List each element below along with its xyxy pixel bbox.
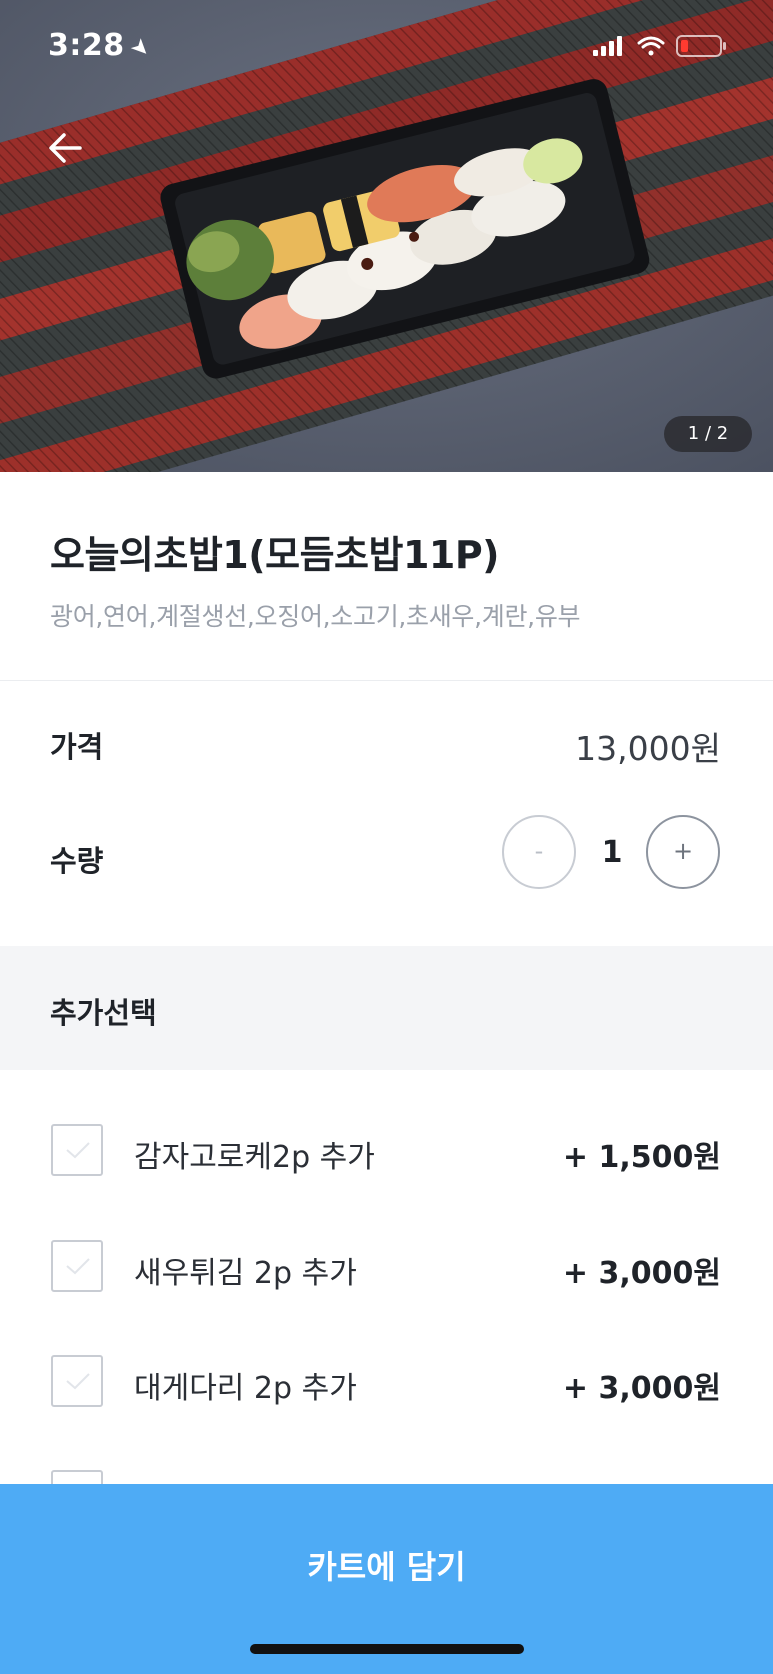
back-arrow-icon	[49, 133, 82, 163]
check-icon	[66, 1373, 90, 1390]
quantity-decrease-button[interactable]: -	[502, 815, 576, 889]
battery-low-icon	[676, 35, 726, 57]
back-button[interactable]	[44, 126, 88, 170]
wifi-icon	[637, 36, 665, 56]
option-checkbox[interactable]	[51, 1124, 103, 1176]
option-item[interactable]: 감자고로케2p 추가 + 1,500원	[0, 1124, 773, 1184]
option-price: + 3,000원	[562, 1256, 721, 1291]
product-description: 광어,연어,계절생선,오징어,소고기,초새우,계란,유부	[50, 602, 581, 631]
option-label: 새우튀김 2p 추가	[134, 1256, 357, 1291]
status-time: 3:28	[48, 28, 125, 63]
quantity-label: 수량	[50, 844, 104, 878]
check-icon	[66, 1142, 90, 1159]
quantity-value: 1	[601, 835, 623, 870]
price-label: 가격	[50, 730, 104, 764]
product-info: 오늘의초밥1(모듬초밥11P) 광어,연어,계절생선,오징어,소고기,초새우,계…	[0, 472, 773, 681]
home-indicator	[250, 1644, 524, 1654]
option-price: + 3,000원	[562, 1371, 721, 1406]
option-item[interactable]: 대게다리 2p 추가 + 3,000원	[0, 1355, 773, 1415]
option-item[interactable]: 새우튀김 2p 추가 + 3,000원	[0, 1240, 773, 1300]
option-label: 대게다리 2p 추가	[134, 1371, 357, 1406]
add-to-cart-label: 카트에 담기	[307, 1548, 466, 1586]
option-checkbox[interactable]	[51, 1240, 103, 1292]
add-to-cart-button[interactable]: 카트에 담기	[0, 1484, 773, 1674]
status-bar: 3:28➤	[0, 0, 773, 96]
option-price: + 1,500원	[562, 1140, 721, 1175]
product-title: 오늘의초밥1(모듬초밥11P)	[50, 533, 500, 577]
option-label: 감자고로케2p 추가	[134, 1140, 375, 1175]
options-header: 추가선택	[0, 946, 773, 1070]
price-value: 13,000원	[575, 729, 721, 768]
options-header-title: 추가선택	[50, 996, 157, 1030]
check-icon	[66, 1258, 90, 1275]
image-page-indicator: 1 / 2	[664, 416, 752, 452]
product-image-carousel[interactable]: 3:28➤ 1 / 2	[0, 0, 773, 472]
location-arrow-icon: ➤	[124, 32, 156, 65]
option-checkbox[interactable]	[51, 1355, 103, 1407]
quantity-increase-button[interactable]: +	[646, 815, 720, 889]
cellular-signal-icon	[593, 36, 622, 56]
